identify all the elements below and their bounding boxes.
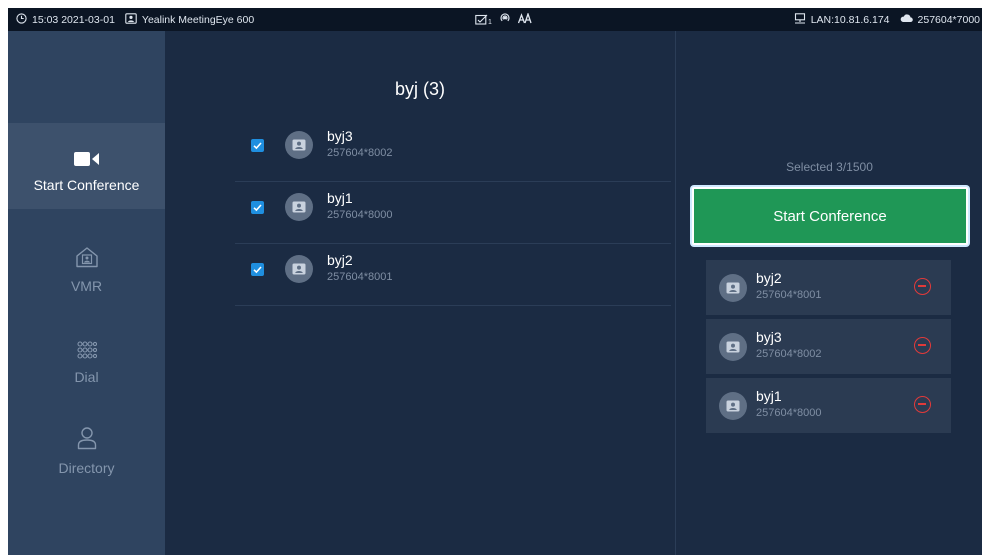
contact-number: 257604*8000 — [327, 209, 393, 221]
check-icon — [253, 266, 262, 274]
sidebar-item-start-conference[interactable]: Start Conference — [8, 123, 165, 209]
contact-number: 257604*8001 — [327, 271, 393, 283]
sidebar-item-vmr[interactable]: VMR — [8, 224, 165, 310]
selected-participant: byj3 257604*8002 — [706, 319, 951, 374]
check-icon — [253, 142, 262, 150]
lan-icon — [794, 12, 806, 27]
remove-participant-icon[interactable] — [914, 396, 931, 413]
screen: 15:03 2021-03-01 Yealink MeetingEye 600 … — [8, 8, 982, 555]
sidebar-item-directory[interactable]: Directory — [8, 406, 165, 492]
selected-participant: byj1 257604*8000 — [706, 378, 951, 433]
sidebar-item-dial[interactable]: Dial — [8, 315, 165, 401]
contact-checkbox[interactable] — [251, 139, 264, 152]
participant-number: 257604*8002 — [756, 348, 822, 360]
sidebar: Start Conference VMR Dial Directory — [8, 31, 165, 555]
check-icon — [253, 204, 262, 212]
nfc-icon — [499, 12, 511, 27]
account-number: 257604*7000 — [917, 13, 980, 26]
contact-avatar-icon — [719, 274, 747, 302]
device-name: Yealink MeetingEye 600 — [141, 13, 255, 26]
remove-participant-icon[interactable] — [914, 337, 931, 354]
cloud-icon — [900, 13, 913, 26]
remove-participant-icon[interactable] — [914, 278, 931, 295]
clock-icon — [16, 12, 27, 27]
contact-name: byj1 — [327, 190, 353, 206]
sidebar-item-label: Start Conference — [33, 177, 140, 193]
sidebar-item-label: Directory — [58, 460, 115, 476]
message-badge: 1 — [488, 18, 492, 26]
contact-avatar-icon — [285, 131, 313, 159]
contact-checkbox[interactable] — [251, 201, 264, 214]
vmr-home-icon — [75, 240, 99, 268]
selection-panel: Selected 3/1500 Start Conference byj2 25… — [675, 31, 982, 555]
participant-number: 257604*8001 — [756, 289, 822, 301]
lan-address: LAN:10.81.6.174 — [810, 13, 890, 26]
message-icon: 1 — [475, 14, 492, 26]
font-size-icon — [517, 11, 532, 27]
contact-avatar-icon — [285, 255, 313, 283]
contact-name: byj2 — [327, 252, 353, 268]
status-right: LAN:10.81.6.174 257604*7000 — [794, 8, 980, 31]
selected-count: Selected 3/1500 — [786, 160, 873, 174]
device-icon — [125, 12, 137, 27]
dialpad-icon — [76, 331, 97, 359]
contact-group-panel: byj (3) byj3 257604*8002 byj1 257604*800… — [165, 31, 675, 555]
sidebar-item-label: Dial — [74, 369, 99, 385]
contact-row-byj2[interactable]: byj2 257604*8001 — [235, 244, 671, 306]
group-title: byj (3) — [394, 79, 445, 99]
video-camera-icon — [73, 139, 100, 167]
contact-avatar-icon — [285, 193, 313, 221]
contact-checkbox[interactable] — [251, 263, 264, 276]
contact-row-byj3[interactable]: byj3 257604*8002 — [235, 120, 671, 182]
participant-name: byj3 — [756, 329, 782, 345]
contact-avatar-icon — [719, 333, 747, 361]
contact-row-byj1[interactable]: byj1 257604*8000 — [235, 182, 671, 244]
sidebar-item-label: VMR — [70, 278, 103, 294]
status-time: 15:03 2021-03-01 — [32, 13, 115, 26]
participant-name: byj1 — [756, 388, 782, 404]
participant-name: byj2 — [756, 270, 782, 286]
contact-number: 257604*8002 — [327, 147, 393, 159]
status-left: 15:03 2021-03-01 Yealink MeetingEye 600 — [16, 8, 254, 31]
contact-name: byj3 — [327, 128, 353, 144]
start-conference-button[interactable]: Start Conference — [692, 187, 968, 245]
person-icon — [77, 422, 97, 450]
participant-number: 257604*8000 — [756, 407, 822, 419]
contact-avatar-icon — [719, 392, 747, 420]
status-center: 1 — [475, 8, 532, 31]
status-bar: 15:03 2021-03-01 Yealink MeetingEye 600 … — [8, 8, 982, 31]
selected-participant: byj2 257604*8001 — [706, 260, 951, 315]
